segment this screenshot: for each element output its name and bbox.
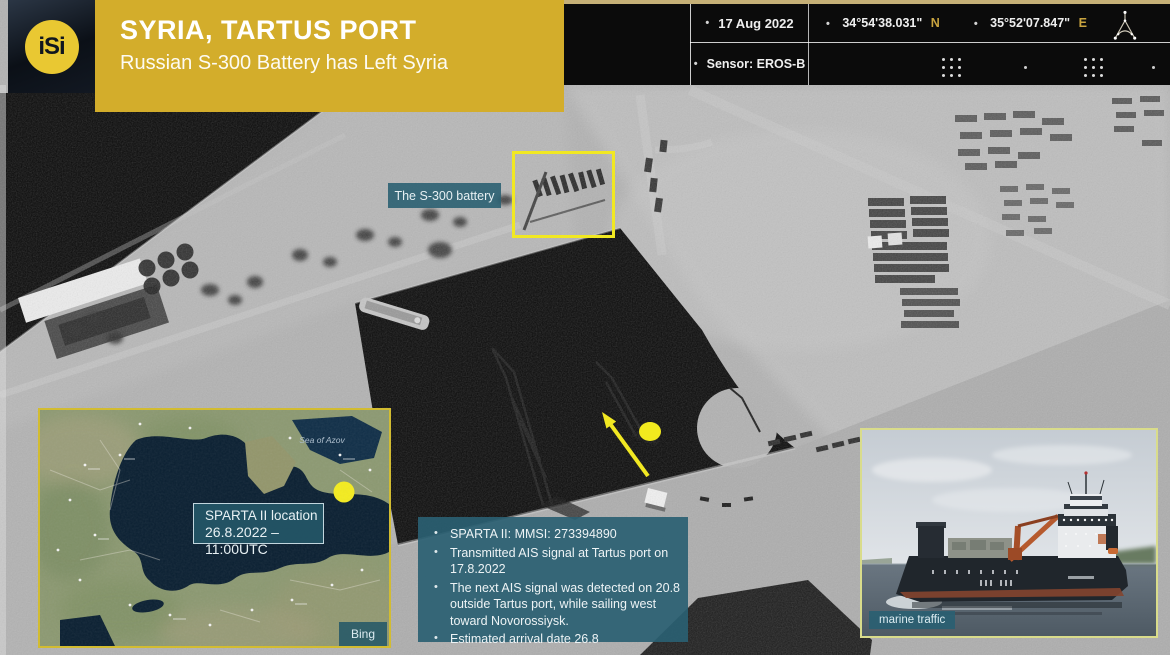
ais-bullet: SPARTA II: MMSI: 273394890 xyxy=(432,526,680,543)
pointer-arrow xyxy=(588,406,662,486)
ship-photo-inset: marine traffic xyxy=(860,428,1158,638)
title-banner: SYRIA, TARTUS PORT Russian S-300 Battery… xyxy=(95,0,564,112)
longitude: • 35°52'07.847" E xyxy=(974,16,1087,30)
coordinates: • 34°54'38.031" N • 35°52'07.847" E xyxy=(810,4,1106,42)
ais-bullet: Estimated arrival date 26.8 xyxy=(432,631,680,648)
latitude: • 34°54'38.031" N xyxy=(826,16,940,30)
ais-bullet-list: SPARTA II: MMSI: 273394890 Transmitted A… xyxy=(432,526,680,648)
map-inset: Sea of Azov SPARTA II location 26.8.2022… xyxy=(38,408,391,648)
metadata-bar: • 17 Aug 2022 • 34°54'38.031" N • 35°52'… xyxy=(564,0,1170,85)
latitude-value: 34°54'38.031" xyxy=(842,16,922,30)
longitude-value: 35°52'07.847" xyxy=(990,16,1070,30)
marine-traffic-caption: marine traffic xyxy=(869,611,955,629)
ais-bullet: The next AIS signal was detected on 20.8… xyxy=(432,580,680,630)
dot-icon xyxy=(1152,66,1155,69)
sparta-location-label: SPARTA II location 26.8.2022 – 11:00UTC xyxy=(193,503,324,544)
capture-date: • 17 Aug 2022 xyxy=(691,4,808,42)
dot-grid-icon xyxy=(1084,58,1103,77)
report-slide: iSi SYRIA, TARTUS PORT Russian S-300 Bat… xyxy=(0,0,1170,655)
ais-info-box: SPARTA II: MMSI: 273394890 Transmitted A… xyxy=(418,517,688,642)
slide-title: SYRIA, TARTUS PORT xyxy=(120,15,564,46)
dot-icon xyxy=(1024,66,1027,69)
isi-logo-disc: iSi xyxy=(25,20,79,74)
sparta-location-line1: SPARTA II location xyxy=(205,508,323,524)
sparta-ship-photo xyxy=(862,430,1156,636)
s300-label: The S-300 battery xyxy=(388,183,501,208)
fiducial-dots xyxy=(690,46,1170,85)
north-arrow-icon xyxy=(1105,9,1145,42)
longitude-hemisphere: E xyxy=(1079,16,1087,30)
bullet-glyph: • xyxy=(705,17,709,29)
sparta-location-line2: 26.8.2022 – 11:00UTC xyxy=(205,524,323,558)
bullet-glyph: • xyxy=(826,18,830,30)
slide-subtitle: Russian S-300 Battery has Left Syria xyxy=(120,52,564,75)
s300-highlight-box xyxy=(512,151,615,238)
capture-date-value: 17 Aug 2022 xyxy=(718,16,793,31)
dot-grid-icon xyxy=(942,58,961,77)
bullet-glyph: • xyxy=(974,18,978,30)
isi-logo-text: iSi xyxy=(38,33,64,61)
isi-logo: iSi xyxy=(8,0,95,93)
latitude-hemisphere: N xyxy=(931,16,940,30)
location-dot xyxy=(639,422,661,441)
bing-attribution[interactable]: Bing xyxy=(339,622,387,646)
ais-bullet: Transmitted AIS signal at Tartus port on… xyxy=(432,545,680,578)
